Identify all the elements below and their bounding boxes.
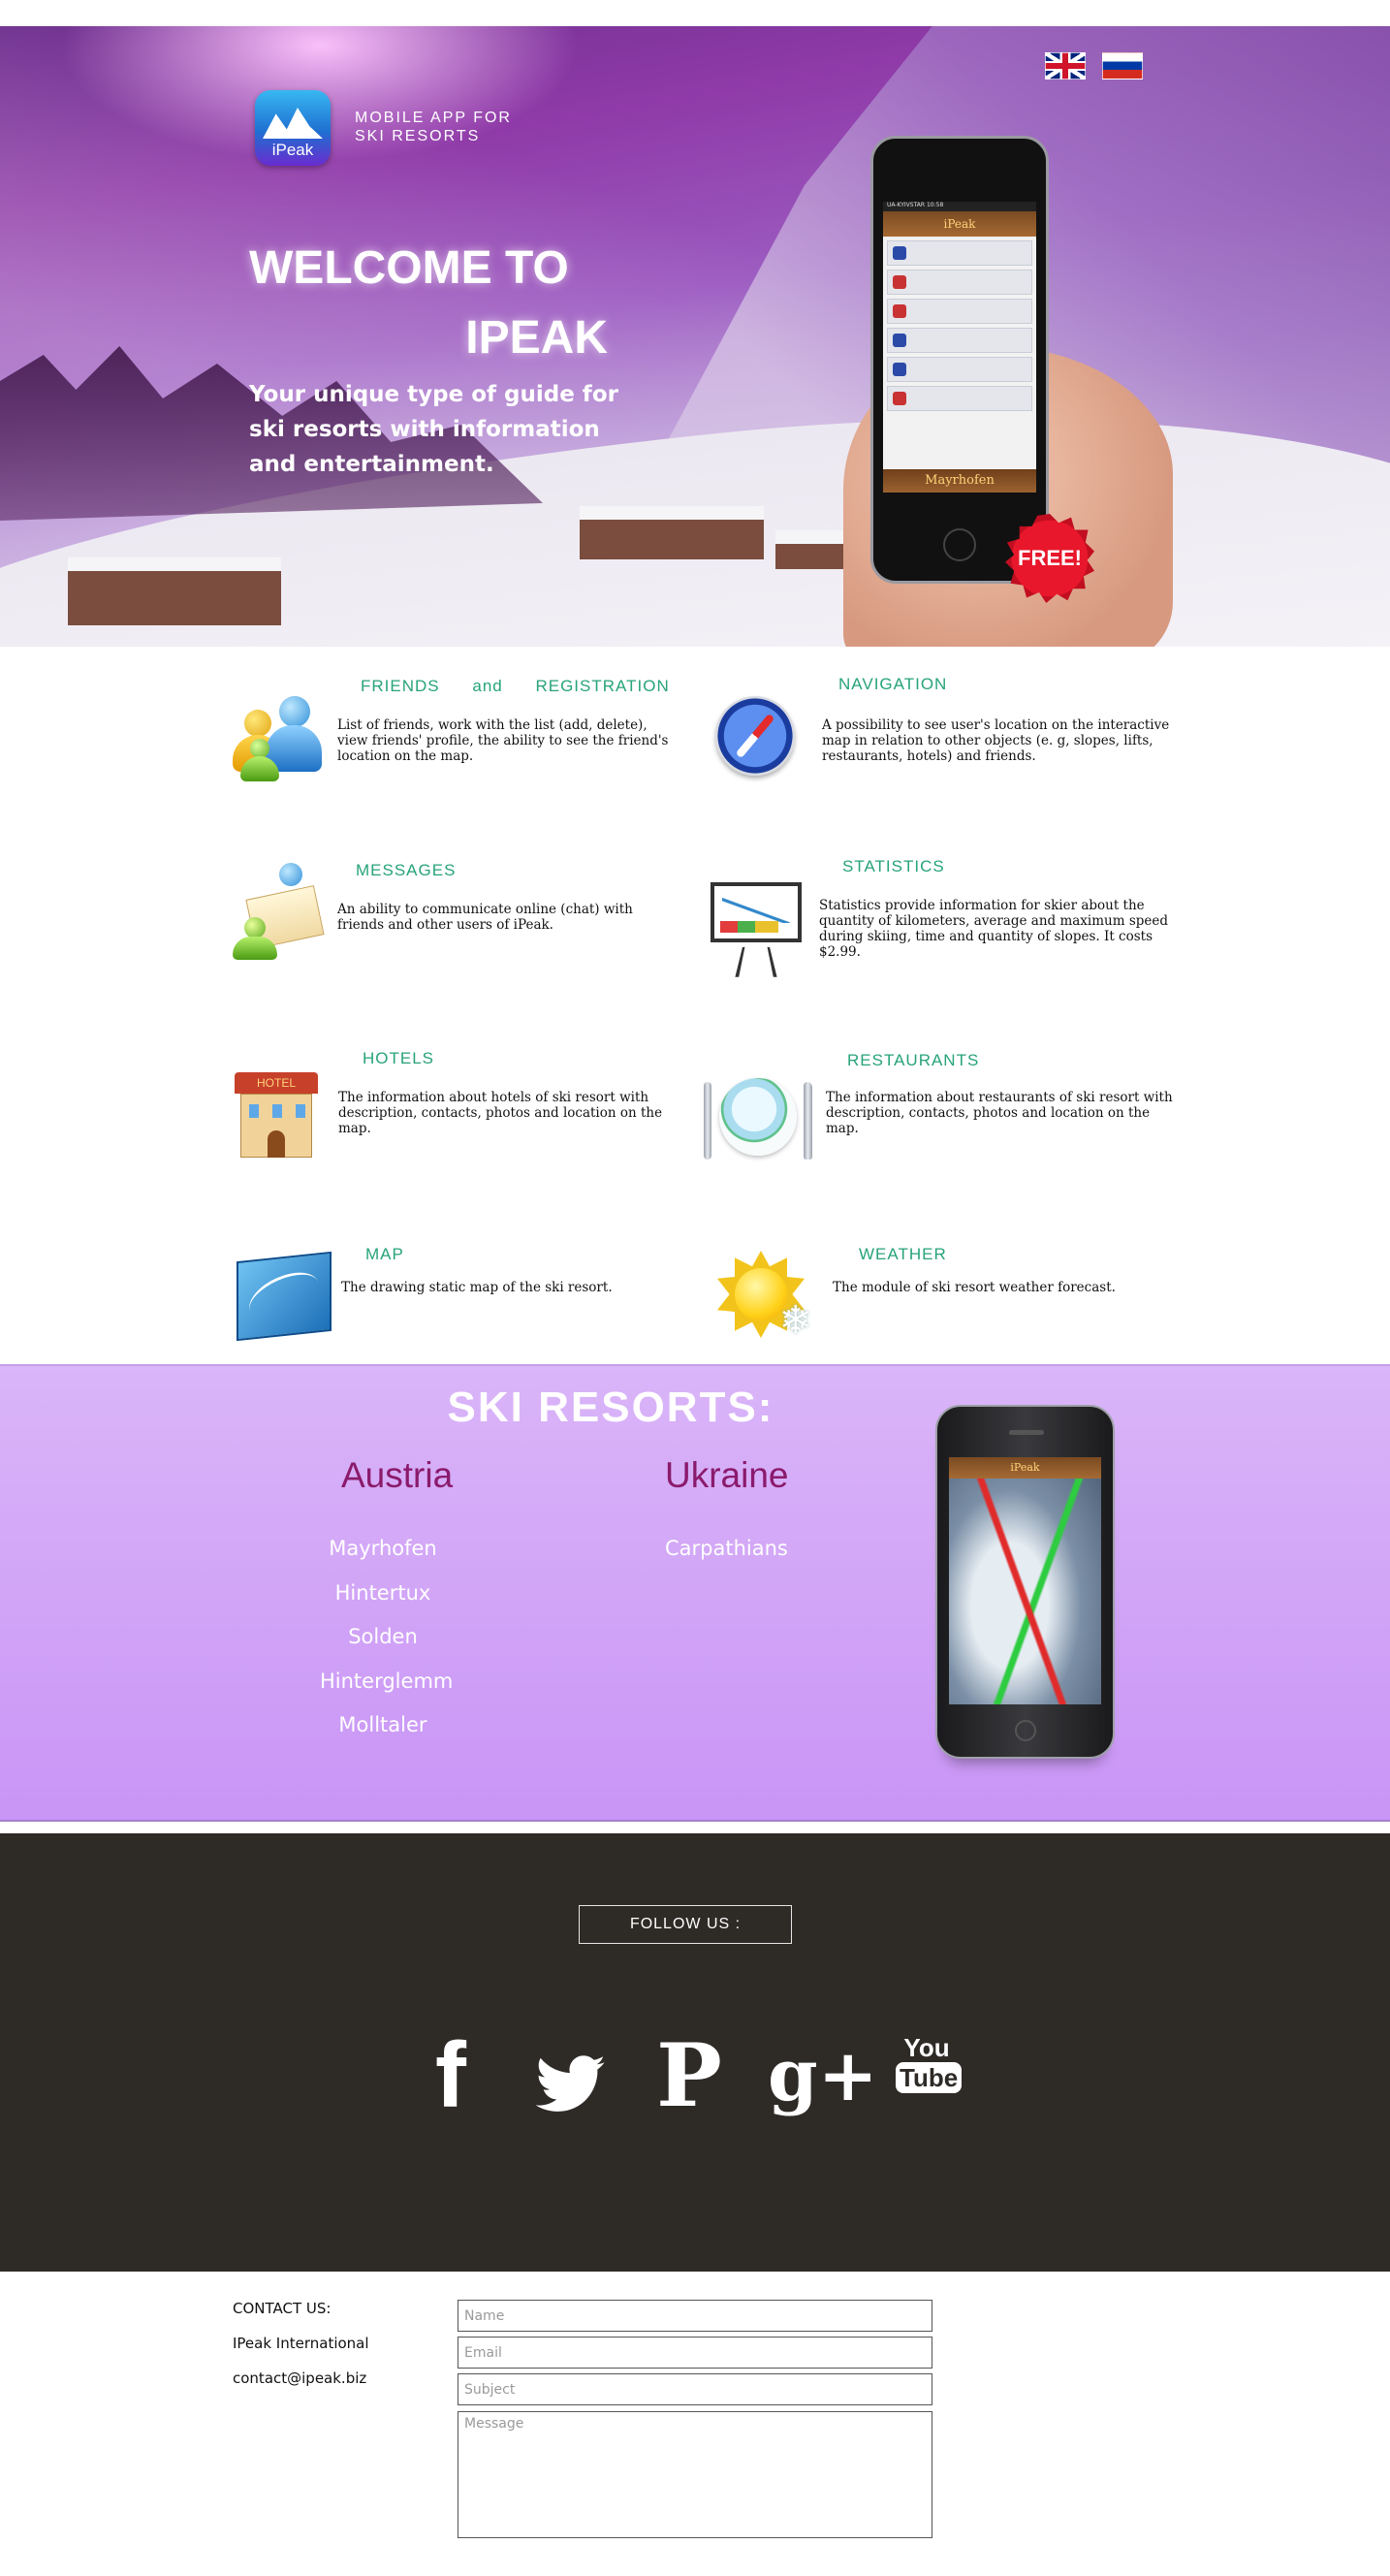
flag-uk-icon[interactable] bbox=[1045, 52, 1086, 80]
statistics-board-icon bbox=[711, 882, 802, 977]
welcome-heading: WELCOME TO IPEAK bbox=[249, 234, 608, 373]
tagline-line-1: MOBILE APP FOR bbox=[355, 110, 512, 126]
subject-field[interactable] bbox=[458, 2373, 932, 2405]
phone-status-bar: UA-KYIVSTAR 10:58 bbox=[883, 202, 1036, 211]
stat-row bbox=[887, 386, 1032, 411]
phone-home-button bbox=[943, 528, 976, 561]
feature-text-restaurants: The information about restaurants of ski… bbox=[826, 1090, 1173, 1136]
resort-link[interactable]: Hinterglemm bbox=[320, 1670, 453, 1714]
app-icon-label: iPeak bbox=[271, 141, 314, 159]
feature-text-messages: An ability to communicate online (chat) … bbox=[337, 902, 633, 933]
welcome-line-1: WELCOME TO bbox=[249, 242, 569, 294]
phone-screen: UA-KYIVSTAR 10:58 iPeak Mayrhofen bbox=[883, 202, 1036, 493]
phone-screen: iPeak bbox=[949, 1457, 1101, 1704]
stat-row bbox=[887, 299, 1032, 324]
feature-title-navigation: NAVIGATION bbox=[838, 675, 948, 693]
friends-icon bbox=[233, 696, 322, 783]
feature-title-map: MAP bbox=[365, 1245, 404, 1263]
phone-home-button bbox=[1015, 1720, 1036, 1741]
hotel-icon: HOTEL bbox=[235, 1072, 318, 1160]
messages-icon bbox=[233, 863, 325, 960]
youtube-icon[interactable]: You Tube bbox=[896, 2027, 963, 2124]
phone-app-footer: Mayrhofen bbox=[883, 469, 1036, 493]
email-field[interactable] bbox=[458, 2337, 932, 2369]
plate-cutlery-icon bbox=[704, 1076, 812, 1165]
contact-heading: CONTACT US: bbox=[233, 2300, 332, 2317]
map-icon bbox=[237, 1251, 332, 1342]
hero-banner: iPeak MOBILE APP FOR SKI RESORTS WELCOME… bbox=[0, 26, 1390, 647]
resort-link[interactable]: Mayrhofen bbox=[320, 1537, 446, 1581]
resort-link[interactable]: Hintertux bbox=[320, 1581, 446, 1626]
feature-title-restaurants: RESTAURANTS bbox=[847, 1051, 980, 1069]
stat-row bbox=[887, 357, 1032, 382]
app-logo-icon: iPeak bbox=[255, 90, 331, 166]
google-plus-icon[interactable]: g+ bbox=[768, 2027, 878, 2124]
phone-app-header: iPeak bbox=[949, 1457, 1101, 1479]
feature-title-hotels: HOTELS bbox=[363, 1049, 435, 1067]
chalet bbox=[580, 506, 764, 559]
feature-text-statistics: Statistics provide information for skier… bbox=[819, 898, 1169, 960]
chalet bbox=[68, 557, 281, 625]
stat-row bbox=[887, 240, 1032, 266]
feature-title-statistics: STATISTICS bbox=[842, 857, 945, 875]
country-ukraine: Ukraine bbox=[665, 1455, 789, 1495]
stat-row bbox=[887, 270, 1032, 295]
pinterest-icon[interactable]: P bbox=[655, 2027, 723, 2124]
feature-text-friends: List of friends, work with the list (add… bbox=[337, 717, 669, 764]
tagline-line-2: SKI RESORTS bbox=[355, 128, 481, 144]
contact-email-link[interactable]: contact@ipeak.biz bbox=[233, 2369, 366, 2387]
ski-resorts-section: SKI RESORTS: Austria Mayrhofen Hintertux… bbox=[0, 1364, 1390, 1822]
hero-description: Your unique type of guide for ski resort… bbox=[249, 382, 618, 477]
phone-speaker bbox=[1009, 1430, 1044, 1435]
austria-resort-list: Mayrhofen Hintertux Solden Hinterglemm M… bbox=[320, 1537, 453, 1758]
feature-text-weather: The module of ski resort weather forecas… bbox=[833, 1280, 1116, 1295]
resort-link[interactable]: Carpathians bbox=[665, 1537, 810, 1581]
contact-company: IPeak International bbox=[233, 2335, 369, 2352]
country-austria: Austria bbox=[341, 1455, 454, 1495]
mountain-icon bbox=[263, 108, 323, 139]
facebook-icon[interactable]: f bbox=[417, 2027, 485, 2124]
follow-section: FOLLOW US : f P g+ You Tube bbox=[0, 1833, 1390, 2272]
phone-statistics-screenshot: UA-KYIVSTAR 10:58 iPeak Mayrhofen bbox=[870, 136, 1049, 584]
phone-map-screenshot: iPeak bbox=[935, 1405, 1115, 1759]
stat-row bbox=[887, 328, 1032, 353]
snowflake-icon: ❄ bbox=[779, 1298, 812, 1343]
weather-sun-icon: ❄ bbox=[713, 1245, 820, 1342]
compass-icon bbox=[715, 696, 795, 776]
flag-russia-icon[interactable] bbox=[1102, 52, 1143, 80]
resort-link[interactable]: Solden bbox=[320, 1625, 446, 1670]
name-field[interactable] bbox=[458, 2300, 932, 2332]
feature-text-hotels: The information about hotels of ski reso… bbox=[338, 1090, 663, 1136]
follow-us-button[interactable]: FOLLOW US : bbox=[579, 1905, 792, 1944]
feature-title-friends: FRIENDS and REGISTRATION bbox=[361, 677, 670, 695]
twitter-icon[interactable] bbox=[533, 2027, 611, 2124]
message-field[interactable] bbox=[458, 2411, 932, 2538]
feature-text-map: The drawing static map of the ski resort… bbox=[341, 1280, 613, 1295]
welcome-line-2: IPEAK bbox=[465, 312, 608, 364]
feature-title-messages: MESSAGES bbox=[356, 861, 457, 879]
phone-app-header: iPeak bbox=[883, 211, 1036, 237]
resort-link[interactable]: Molltaler bbox=[320, 1713, 446, 1758]
ukraine-resort-list: Carpathians bbox=[665, 1537, 810, 1581]
feature-text-navigation: A possibility to see user's location on … bbox=[822, 717, 1170, 764]
app-tagline: MOBILE APP FOR SKI RESORTS bbox=[355, 109, 587, 145]
feature-title-weather: WEATHER bbox=[859, 1245, 947, 1263]
